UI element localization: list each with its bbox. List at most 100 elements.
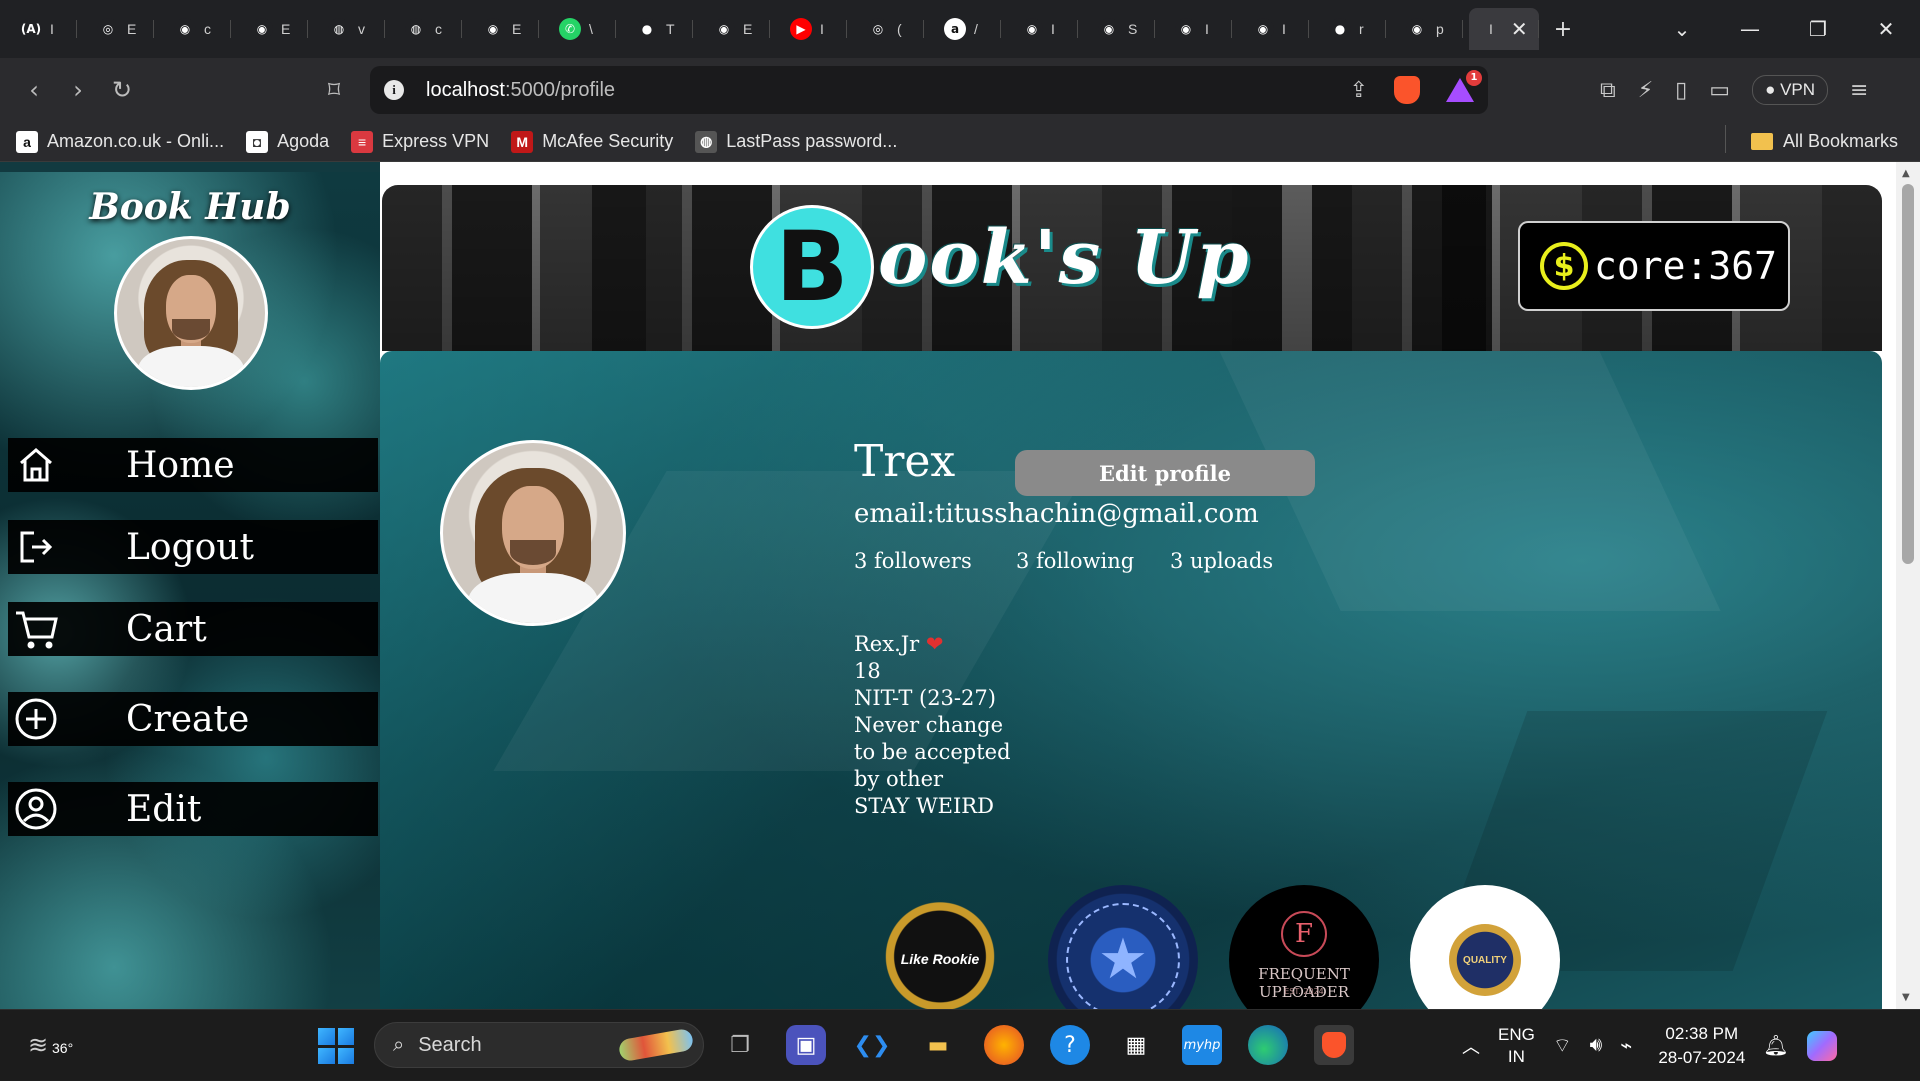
browser-tab[interactable]: ✆ \ [539,8,616,50]
vscode-icon[interactable]: ❮❯ [852,1025,892,1065]
vpn-label: VPN [1780,80,1816,99]
browser-tab[interactable]: ◉ I [1155,8,1232,50]
logo-badge: B [750,205,874,329]
tab-active-label: I [1489,21,1493,37]
brave-shields-icon[interactable] [1394,76,1420,104]
browser-tab[interactable]: a / [924,8,1001,50]
url-text[interactable]: localhost:5000/profile [426,79,615,102]
sidebar-item-label: Logout [126,526,254,568]
microsoft-store-icon[interactable]: ▦ [1116,1025,1156,1065]
bookmark-item[interactable]: M McAfee Security [511,130,673,153]
file-explorer-icon[interactable]: ▬ [918,1025,958,1065]
badge-year: EST. 2024 [1284,987,1324,996]
badge-label: QUALITY [1463,954,1507,966]
browser-tab[interactable]: ◉ E [231,8,308,50]
myhp-icon[interactable]: myhp [1182,1025,1222,1065]
battery-icon[interactable]: ⌁ [1620,1033,1632,1058]
bio-line: by other [854,767,944,791]
sidebar-item-cart[interactable]: Cart [8,602,378,656]
tab-search-chevron-icon[interactable]: ⌄ [1648,17,1716,41]
extensions-icon[interactable]: ⧉ [1600,78,1616,103]
show-hidden-icons-chevron-icon[interactable]: ︿ [1462,1033,1480,1059]
tab-active[interactable]: I ✕ [1469,8,1539,50]
reload-icon[interactable]: ↻ [100,76,144,104]
scroll-down-icon[interactable]: ▼ [1902,992,1910,1003]
edge-icon[interactable] [1248,1025,1288,1065]
scrollbar-thumb[interactable] [1902,184,1914,564]
weather-widget[interactable]: ≋ 36° [28,1031,73,1060]
tab-label: E [743,21,753,37]
following-count[interactable]: 3 following [1016,549,1134,573]
sidebar-toggle-icon[interactable]: ▯ [1675,78,1687,103]
help-icon[interactable]: ? [1050,1025,1090,1065]
all-bookmarks-button[interactable]: All Bookmarks [1724,125,1898,153]
agoda-icon: ◘ [246,130,269,153]
browser-tab-strip: (A) I ◎ E ◉ c ◉ E ◍ v ◍ c ◉ E ✆ \ ● T ◉ E ▶ I ◎(a / ◉ I ◉ S ◉ I ◉ I ● r ◉ p… [0,0,1920,58]
bookmark-item[interactable]: a Amazon.co.uk - Onli... [16,130,224,153]
browser-tab[interactable]: ▶ I [770,8,847,50]
amazon-icon: a [16,130,38,153]
edit-profile-button[interactable]: Edit profile [1015,450,1315,496]
clock[interactable]: 02:38 PM 28-07-2024 [1658,1022,1745,1070]
browser-tab[interactable]: ● T [616,8,693,50]
notification-bell-icon[interactable]: 🔔︎ [1763,1033,1788,1058]
followers-count[interactable]: 3 followers [854,549,972,573]
task-view-icon[interactable]: ❐ [720,1025,760,1065]
menu-icon[interactable]: ≡ [1850,78,1868,103]
wifi-icon[interactable]: ⌔ [1553,1033,1572,1058]
volume-icon[interactable]: 🔊︎ [1590,1034,1603,1057]
page-scrollbar[interactable]: ▲ ▼ [1896,162,1920,1009]
browser-tab[interactable]: ◉ E [462,8,539,50]
bookmark-item[interactable]: ◘ Agoda [246,130,329,153]
address-bar[interactable]: i localhost:5000/profile ⇪ 1 [370,66,1488,114]
teams-icon[interactable]: ▣ [786,1025,826,1065]
browser-tab[interactable]: (A) I [0,8,77,50]
uploads-count[interactable]: 3 uploads [1170,549,1273,573]
share-icon[interactable]: ⇪ [1350,78,1368,103]
minimize-icon[interactable]: — [1716,17,1784,41]
browser-tab[interactable]: ◉ p [1386,8,1463,50]
brave-taskbar-icon[interactable] [1314,1025,1354,1065]
firefox-icon[interactable] [984,1025,1024,1065]
browser-tab[interactable]: ◎ E [77,8,154,50]
language-indicator[interactable]: ENG IN [1498,1024,1535,1068]
bookmark-item[interactable]: ◍ LastPass password... [695,130,897,153]
browser-tab[interactable]: ◍ v [308,8,385,50]
site-info-icon[interactable]: i [384,80,404,100]
browser-tab[interactable]: ◉ c [154,8,231,50]
new-tab-icon[interactable]: + [1539,17,1587,42]
cart-icon [8,602,64,656]
restore-icon[interactable]: ❐ [1784,17,1852,41]
url-host: localhost [426,78,505,101]
forward-icon[interactable]: › [56,76,100,104]
vpn-button[interactable]: ● VPN [1752,75,1829,105]
browser-tab[interactable]: ◍ c [385,8,462,50]
chatgpt-icon: ◎ [867,18,889,40]
mcafee-icon: M [511,130,534,153]
close-window-icon[interactable]: ✕ [1852,17,1920,41]
browser-tab[interactable]: ◉ I [1001,8,1078,50]
sidebar-item-home[interactable]: Home [8,438,378,492]
browser-tab[interactable]: ◎( [847,8,924,50]
browser-tab[interactable]: ● r [1309,8,1386,50]
scroll-up-icon[interactable]: ▲ [1902,168,1910,179]
taskbar-search[interactable]: ⌕ Search [374,1022,704,1068]
browser-tab[interactable]: ◉ S [1078,8,1155,50]
wallet-icon[interactable]: ▭ [1709,78,1730,103]
brave-rewards-icon[interactable]: 1 [1446,70,1482,102]
rewards-count: 1 [1466,70,1482,86]
tab-label: E [127,21,137,37]
tab-label: r [1359,21,1364,37]
sidebar-item-edit[interactable]: Edit [8,782,378,836]
close-tab-icon[interactable]: ✕ [1511,17,1528,41]
sidebar-item-create[interactable]: Create [8,692,378,746]
back-icon[interactable]: ‹ [12,76,56,104]
copilot-icon[interactable] [1806,1030,1837,1061]
speedreader-icon[interactable]: ⚡ [1638,78,1653,103]
browser-tab[interactable]: ◉ I [1232,8,1309,50]
start-button[interactable] [318,1028,354,1064]
browser-tab[interactable]: ◉ E [693,8,770,50]
bookmark-page-icon[interactable]: ⌑ [312,76,356,104]
sidebar-item-logout[interactable]: Logout [8,520,378,574]
bookmark-item[interactable]: ≡ Express VPN [351,130,489,153]
